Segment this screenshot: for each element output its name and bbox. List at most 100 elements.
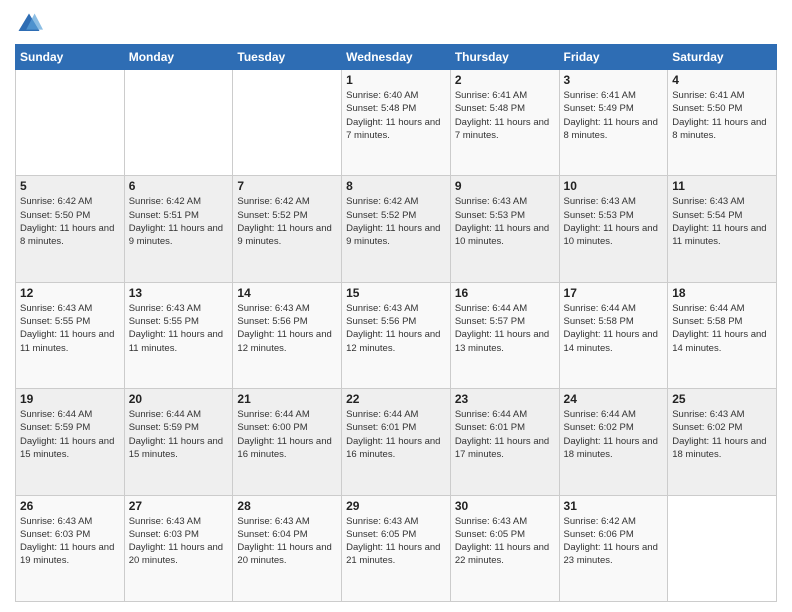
day-info: Sunrise: 6:44 AMSunset: 6:01 PMDaylight:… xyxy=(455,408,555,461)
calendar-cell: 15 Sunrise: 6:43 AMSunset: 5:56 PMDayligh… xyxy=(342,282,451,388)
calendar-cell: 18 Sunrise: 6:44 AMSunset: 5:58 PMDayligh… xyxy=(668,282,777,388)
day-number: 17 xyxy=(564,286,664,300)
weekday-header-thursday: Thursday xyxy=(450,45,559,70)
day-number: 16 xyxy=(455,286,555,300)
weekday-header-wednesday: Wednesday xyxy=(342,45,451,70)
day-number: 10 xyxy=(564,179,664,193)
calendar-body: 1 Sunrise: 6:40 AMSunset: 5:48 PMDaylight… xyxy=(16,70,777,602)
day-info: Sunrise: 6:43 AMSunset: 6:02 PMDaylight:… xyxy=(672,408,772,461)
calendar-cell: 9 Sunrise: 6:43 AMSunset: 5:53 PMDaylight… xyxy=(450,176,559,282)
calendar-cell: 29Sunrise: 6:43 AMSunset: 6:05 PMDayligh… xyxy=(342,495,451,601)
day-info: Sunrise: 6:43 AMSunset: 6:03 PMDaylight:… xyxy=(129,515,229,568)
calendar-cell: 26 Sunrise: 6:43 AMSunset: 6:03 PMDayligh… xyxy=(16,495,125,601)
day-number: 2 xyxy=(455,73,555,87)
day-info: Sunrise: 6:43 AMSunset: 6:05 PMDaylight:… xyxy=(455,515,555,568)
calendar-cell: 17 Sunrise: 6:44 AMSunset: 5:58 PMDayligh… xyxy=(559,282,668,388)
day-number: 9 xyxy=(455,179,555,193)
header xyxy=(15,10,777,38)
day-info: Sunrise: 6:40 AMSunset: 5:48 PMDaylight:… xyxy=(346,89,446,142)
calendar-cell xyxy=(233,70,342,176)
day-info: Sunrise: 6:43 AMSunset: 6:05 PMDaylight:… xyxy=(346,515,446,568)
calendar-cell: 5Sunrise: 6:42 AMSunset: 5:50 PMDaylight… xyxy=(16,176,125,282)
day-info: Sunrise: 6:44 AMSunset: 5:59 PMDaylight:… xyxy=(129,408,229,461)
day-info: Sunrise: 6:42 AMSunset: 5:52 PMDaylight:… xyxy=(346,195,446,248)
day-info: Sunrise: 6:44 AMSunset: 6:02 PMDaylight:… xyxy=(564,408,664,461)
day-number: 25 xyxy=(672,392,772,406)
day-info: Sunrise: 6:43 AMSunset: 6:04 PMDaylight:… xyxy=(237,515,337,568)
weekday-header-friday: Friday xyxy=(559,45,668,70)
day-info: Sunrise: 6:43 AMSunset: 6:03 PMDaylight:… xyxy=(20,515,120,568)
weekday-row: SundayMondayTuesdayWednesdayThursdayFrid… xyxy=(16,45,777,70)
calendar-cell: 13Sunrise: 6:43 AMSunset: 5:55 PMDayligh… xyxy=(124,282,233,388)
calendar-header: SundayMondayTuesdayWednesdayThursdayFrid… xyxy=(16,45,777,70)
calendar-cell: 23 Sunrise: 6:44 AMSunset: 6:01 PMDayligh… xyxy=(450,389,559,495)
day-number: 8 xyxy=(346,179,446,193)
day-number: 4 xyxy=(672,73,772,87)
day-number: 15 xyxy=(346,286,446,300)
logo xyxy=(15,10,47,38)
calendar-cell: 21 Sunrise: 6:44 AMSunset: 6:00 PMDayligh… xyxy=(233,389,342,495)
calendar-week-4: 26 Sunrise: 6:43 AMSunset: 6:03 PMDayligh… xyxy=(16,495,777,601)
weekday-header-sunday: Sunday xyxy=(16,45,125,70)
day-info: Sunrise: 6:43 AMSunset: 5:54 PMDaylight:… xyxy=(672,195,772,248)
day-info: Sunrise: 6:43 AMSunset: 5:56 PMDaylight:… xyxy=(346,302,446,355)
day-number: 18 xyxy=(672,286,772,300)
day-number: 28 xyxy=(237,499,337,513)
calendar-cell: 30 Sunrise: 6:43 AMSunset: 6:05 PMDayligh… xyxy=(450,495,559,601)
day-number: 3 xyxy=(564,73,664,87)
calendar-cell: 3 Sunrise: 6:41 AMSunset: 5:49 PMDaylight… xyxy=(559,70,668,176)
calendar-cell: 19 Sunrise: 6:44 AMSunset: 5:59 PMDayligh… xyxy=(16,389,125,495)
calendar-cell xyxy=(16,70,125,176)
day-number: 31 xyxy=(564,499,664,513)
calendar-cell: 6Sunrise: 6:42 AMSunset: 5:51 PMDaylight… xyxy=(124,176,233,282)
day-info: Sunrise: 6:43 AMSunset: 5:56 PMDaylight:… xyxy=(237,302,337,355)
weekday-header-monday: Monday xyxy=(124,45,233,70)
calendar-cell: 31Sunrise: 6:42 AMSunset: 6:06 PMDayligh… xyxy=(559,495,668,601)
day-number: 30 xyxy=(455,499,555,513)
day-info: Sunrise: 6:43 AMSunset: 5:55 PMDaylight:… xyxy=(20,302,120,355)
calendar-cell: 1 Sunrise: 6:40 AMSunset: 5:48 PMDaylight… xyxy=(342,70,451,176)
day-number: 14 xyxy=(237,286,337,300)
day-number: 13 xyxy=(129,286,229,300)
calendar-cell: 28 Sunrise: 6:43 AMSunset: 6:04 PMDayligh… xyxy=(233,495,342,601)
calendar-cell: 11 Sunrise: 6:43 AMSunset: 5:54 PMDayligh… xyxy=(668,176,777,282)
calendar-week-3: 19 Sunrise: 6:44 AMSunset: 5:59 PMDayligh… xyxy=(16,389,777,495)
day-info: Sunrise: 6:44 AMSunset: 5:58 PMDaylight:… xyxy=(672,302,772,355)
day-number: 22 xyxy=(346,392,446,406)
calendar-cell: 4 Sunrise: 6:41 AMSunset: 5:50 PMDaylight… xyxy=(668,70,777,176)
day-info: Sunrise: 6:44 AMSunset: 6:00 PMDaylight:… xyxy=(237,408,337,461)
day-info: Sunrise: 6:44 AMSunset: 5:57 PMDaylight:… xyxy=(455,302,555,355)
calendar-cell: 22Sunrise: 6:44 AMSunset: 6:01 PMDayligh… xyxy=(342,389,451,495)
day-info: Sunrise: 6:43 AMSunset: 5:53 PMDaylight:… xyxy=(564,195,664,248)
calendar-cell: 2 Sunrise: 6:41 AMSunset: 5:48 PMDaylight… xyxy=(450,70,559,176)
calendar-cell: 20Sunrise: 6:44 AMSunset: 5:59 PMDayligh… xyxy=(124,389,233,495)
calendar-cell: 8 Sunrise: 6:42 AMSunset: 5:52 PMDaylight… xyxy=(342,176,451,282)
day-number: 1 xyxy=(346,73,446,87)
calendar-cell: 14 Sunrise: 6:43 AMSunset: 5:56 PMDayligh… xyxy=(233,282,342,388)
day-number: 24 xyxy=(564,392,664,406)
calendar-week-2: 12Sunrise: 6:43 AMSunset: 5:55 PMDayligh… xyxy=(16,282,777,388)
day-info: Sunrise: 6:44 AMSunset: 5:59 PMDaylight:… xyxy=(20,408,120,461)
day-info: Sunrise: 6:41 AMSunset: 5:50 PMDaylight:… xyxy=(672,89,772,142)
calendar-cell: 7Sunrise: 6:42 AMSunset: 5:52 PMDaylight… xyxy=(233,176,342,282)
day-info: Sunrise: 6:44 AMSunset: 5:58 PMDaylight:… xyxy=(564,302,664,355)
calendar-week-0: 1 Sunrise: 6:40 AMSunset: 5:48 PMDaylight… xyxy=(16,70,777,176)
day-info: Sunrise: 6:41 AMSunset: 5:48 PMDaylight:… xyxy=(455,89,555,142)
day-number: 21 xyxy=(237,392,337,406)
calendar-cell xyxy=(124,70,233,176)
day-number: 5 xyxy=(20,179,120,193)
day-number: 23 xyxy=(455,392,555,406)
day-info: Sunrise: 6:43 AMSunset: 5:53 PMDaylight:… xyxy=(455,195,555,248)
day-number: 11 xyxy=(672,179,772,193)
day-number: 26 xyxy=(20,499,120,513)
calendar-cell: 12Sunrise: 6:43 AMSunset: 5:55 PMDayligh… xyxy=(16,282,125,388)
calendar-cell: 27Sunrise: 6:43 AMSunset: 6:03 PMDayligh… xyxy=(124,495,233,601)
day-info: Sunrise: 6:41 AMSunset: 5:49 PMDaylight:… xyxy=(564,89,664,142)
calendar-cell: 10 Sunrise: 6:43 AMSunset: 5:53 PMDayligh… xyxy=(559,176,668,282)
logo-icon xyxy=(15,10,43,38)
day-number: 19 xyxy=(20,392,120,406)
day-info: Sunrise: 6:42 AMSunset: 5:52 PMDaylight:… xyxy=(237,195,337,248)
weekday-header-saturday: Saturday xyxy=(668,45,777,70)
calendar-cell: 24 Sunrise: 6:44 AMSunset: 6:02 PMDayligh… xyxy=(559,389,668,495)
day-number: 6 xyxy=(129,179,229,193)
